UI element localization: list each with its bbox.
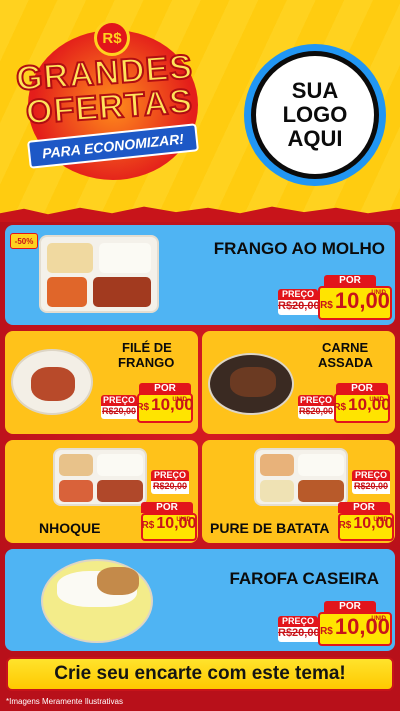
discount-badge: -50%: [10, 233, 38, 249]
logo-line3: AQUI: [287, 125, 343, 151]
currency: R$: [338, 520, 352, 531]
logo-placeholder: SUA LOGO AQUI: [244, 44, 386, 186]
sale-price: R$ 10,00 UNID: [318, 286, 392, 320]
por-label: POR: [141, 502, 193, 513]
food-tray-image: [254, 448, 348, 506]
old-price: R$20,00: [101, 406, 137, 419]
unit-label: UNID: [371, 290, 386, 296]
preco-label: PREÇO: [278, 289, 318, 300]
unit-label: UNID: [373, 517, 388, 523]
preco-label: PREÇO: [298, 395, 334, 406]
product-name: NHOQUE: [39, 520, 101, 536]
product-card-carne-assada: CARNE ASSADA POR PREÇO R$20,00 R$ 10,00 …: [202, 331, 395, 434]
product-name: PURE DE BATATA: [210, 520, 330, 536]
preco-label: PREÇO: [278, 616, 318, 627]
currency: R$: [320, 300, 333, 311]
currency: R$: [333, 402, 347, 413]
product-card-pure-de-batata: PURE DE BATATA PREÇO R$20,00 POR R$ 10,0…: [202, 440, 395, 543]
product-card-farofa-caseira: FAROFA CASEIRA POR PREÇO R$20,00 R$ 10,0…: [5, 549, 395, 651]
unit-label: UNID: [371, 616, 386, 622]
sale-price: R$ 10,00 UNID: [318, 612, 392, 646]
preco-label: PREÇO: [352, 470, 390, 481]
currency: R$: [320, 626, 333, 637]
unit-label: UNID: [176, 517, 191, 523]
food-tray-image: [53, 448, 147, 506]
coin-icon: R$: [94, 20, 130, 56]
sale-price: R$ 10,00 UNID: [136, 393, 194, 423]
product-name-line1: FILÉ DE: [122, 340, 172, 355]
sale-price: R$ 10,00 UNID: [141, 513, 197, 541]
unit-label: UNID: [369, 397, 384, 403]
footnote: *Imagens Meramente Ilustrativas: [6, 697, 123, 706]
product-name-line2: ASSADA: [318, 355, 373, 370]
logo-circle: SUA LOGO AQUI: [251, 51, 379, 179]
product-card-file-de-frango: FILÉ DE FRANGO POR PREÇO R$20,00 R$ 10,0…: [5, 331, 198, 434]
cta-banner[interactable]: Crie seu encarte com este tema!: [6, 657, 394, 691]
food-bowl-image: [208, 353, 294, 415]
food-tray-image: [39, 235, 159, 313]
old-price: R$20,00: [278, 300, 320, 315]
old-price: R$20,00: [151, 481, 189, 494]
food-bowl-image: [41, 559, 153, 643]
por-label: POR: [338, 502, 390, 513]
unit-label: UNID: [172, 397, 187, 403]
sale-price: R$ 10,00 UNID: [333, 393, 391, 423]
old-price: R$20,00: [298, 406, 334, 419]
currency: R$: [136, 402, 150, 413]
old-price: R$20,00: [352, 481, 390, 494]
preco-label: PREÇO: [101, 395, 137, 406]
product-card-frango-ao-molho: FRANGO AO MOLHO POR PREÇO R$20,00 R$ 10,…: [5, 225, 395, 325]
currency: R$: [141, 520, 155, 531]
old-price: R$20,00: [278, 627, 320, 642]
product-card-nhoque: NHOQUE PREÇO R$20,00 POR R$ 10,00 UNID: [5, 440, 198, 543]
sale-price: R$ 10,00 UNID: [338, 513, 394, 541]
product-name-line1: CARNE: [322, 340, 369, 355]
food-bowl-image: [11, 349, 93, 415]
preco-label: PREÇO: [151, 470, 189, 481]
product-name-line2: FRANGO: [118, 355, 175, 370]
product-name: FAROFA CASEIRA: [229, 569, 379, 588]
product-name: FRANGO AO MOLHO: [213, 239, 385, 258]
logo-line1: SUA: [291, 78, 339, 104]
logo-line2: LOGO: [282, 102, 348, 128]
